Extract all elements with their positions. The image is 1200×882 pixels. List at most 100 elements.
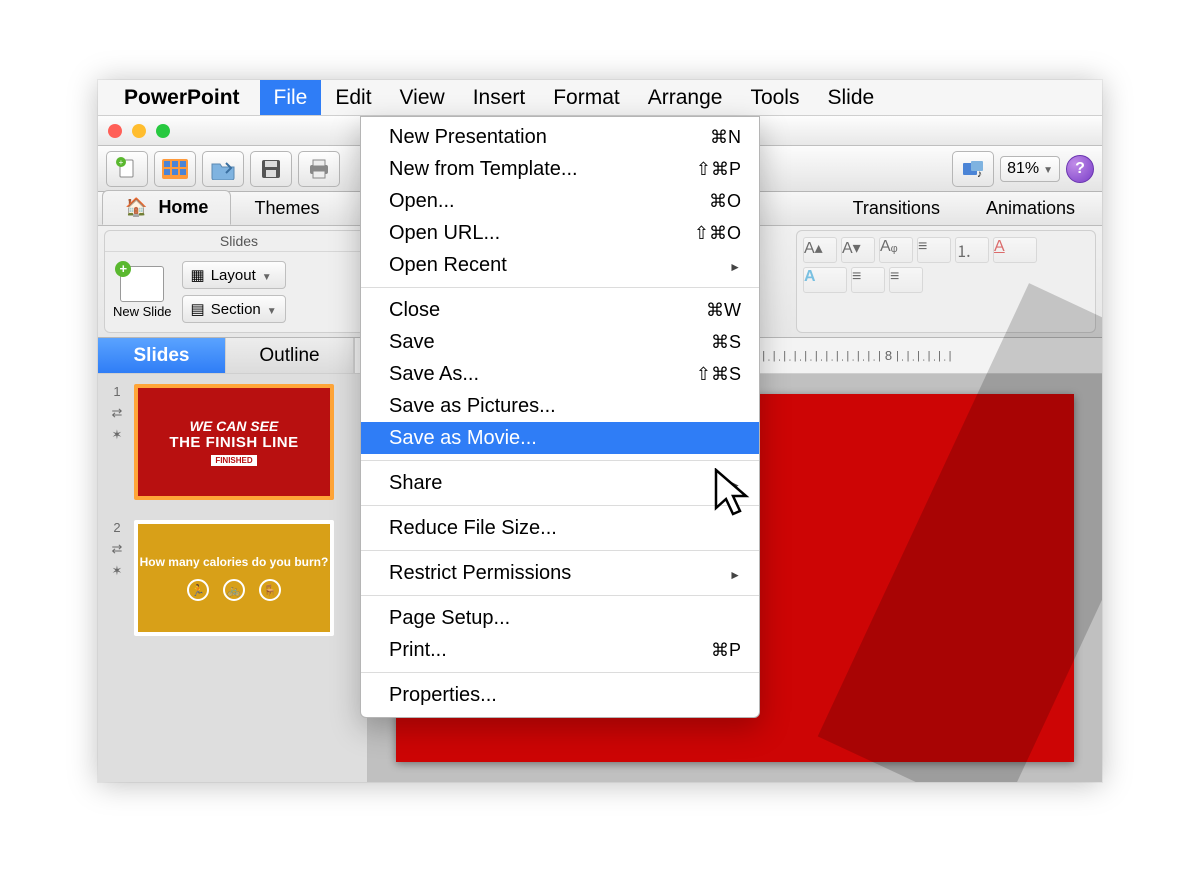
help-button[interactable]: ?: [1066, 155, 1094, 183]
menu-shortcut: ⌘P: [711, 640, 741, 661]
new-slide-icon: [120, 266, 164, 302]
new-slide-button[interactable]: New Slide: [113, 266, 172, 319]
layout-icon: ▦: [191, 266, 205, 284]
menu-shortcut: ⌘S: [711, 332, 741, 353]
zoom-window-button[interactable]: [156, 124, 170, 138]
file-menu-item-properties[interactable]: Properties...: [361, 679, 759, 711]
menu-view[interactable]: View: [386, 80, 459, 115]
mac-menubar: PowerPoint File Edit View Insert Format …: [98, 80, 1102, 116]
thumb-2-caption: How many calories do you burn?: [140, 555, 329, 569]
new-slide-label: New Slide: [113, 304, 172, 319]
menu-shortcut: ⌘O: [709, 191, 741, 212]
menu-separator: [361, 595, 759, 596]
numbering-icon[interactable]: ⒈: [955, 237, 989, 263]
menu-item-label: Reduce File Size...: [389, 517, 557, 540]
window-controls: [108, 124, 170, 138]
menu-arrange[interactable]: Arrange: [634, 80, 737, 115]
app-menu[interactable]: PowerPoint: [124, 86, 240, 110]
menu-format[interactable]: Format: [539, 80, 634, 115]
file-menu-item-save-as-movie[interactable]: Save as Movie...: [361, 422, 759, 454]
increase-font-icon[interactable]: A▴: [803, 237, 837, 263]
group-title-slides: Slides: [105, 231, 373, 252]
file-menu-dropdown: New Presentation⌘N New from Template... ⇧⌘…: [360, 116, 760, 718]
file-menu-item-save-as[interactable]: Save As...⇧⌘S: [361, 358, 759, 390]
menu-item-label: Restrict Permissions: [389, 562, 571, 585]
menu-slide[interactable]: Slide: [813, 80, 888, 115]
open-button[interactable]: [202, 151, 244, 187]
text-effects-icon[interactable]: A: [803, 267, 847, 293]
file-menu-item-save[interactable]: Save ⌘S: [361, 326, 759, 358]
menu-separator: [361, 672, 759, 673]
file-menu-item-restrict-permissions[interactable]: Restrict Permissions: [361, 557, 759, 589]
transition-icon: ⇄: [112, 405, 123, 421]
file-menu-item-share[interactable]: Share: [361, 467, 759, 499]
submenu-arrow-icon: [729, 472, 741, 495]
thumbnail-index: 2: [113, 520, 120, 535]
menu-shortcut: ⇧⌘P: [696, 159, 741, 180]
menu-shortcut: ⌘W: [706, 300, 741, 321]
file-menu-item-save-as-pictures[interactable]: Save as Pictures...: [361, 390, 759, 422]
file-menu-item-open-url[interactable]: Open URL... ⇧⌘O: [361, 217, 759, 249]
home-icon: 🏠: [125, 197, 147, 217]
file-menu-item-reduce-file-size[interactable]: Reduce File Size...: [361, 512, 759, 544]
menu-item-label: Open URL...: [389, 222, 500, 245]
new-document-button[interactable]: +: [106, 151, 148, 187]
file-menu-item-new-presentation[interactable]: New Presentation⌘N: [361, 121, 759, 153]
minimize-window-button[interactable]: [132, 124, 146, 138]
align-center-icon[interactable]: ≡: [889, 267, 923, 293]
tab-slides[interactable]: Slides: [98, 338, 226, 373]
thumb-1-line1: WE CAN SEE: [169, 418, 298, 434]
decrease-font-icon[interactable]: A▾: [841, 237, 875, 263]
file-menu-item-open[interactable]: Open...⌘O: [361, 185, 759, 217]
media-button[interactable]: ♪: [952, 151, 994, 187]
submenu-arrow-icon: [729, 562, 741, 585]
menu-item-label: Save: [389, 331, 435, 354]
menu-item-label: Close: [389, 299, 440, 322]
file-menu-item-new-from-template[interactable]: New from Template... ⇧⌘P: [361, 153, 759, 185]
section-icon: ▤: [191, 300, 205, 318]
zoom-combo[interactable]: 81%: [1000, 156, 1060, 182]
animation-icon: ✶: [112, 427, 123, 443]
file-menu-item-open-recent[interactable]: Open Recent: [361, 249, 759, 281]
menu-item-label: Share: [389, 472, 442, 495]
tab-transitions[interactable]: Transitions: [830, 191, 963, 225]
menu-shortcut: ⇧⌘O: [694, 223, 741, 244]
clear-format-icon[interactable]: Aᵩ: [879, 237, 913, 263]
menu-item-label: New from Template...: [389, 158, 578, 181]
align-left-icon[interactable]: ≡: [851, 267, 885, 293]
menu-item-label: Save as Pictures...: [389, 395, 556, 418]
tab-themes[interactable]: Themes: [231, 191, 342, 225]
layout-dropdown[interactable]: ▦ Layout: [182, 261, 286, 289]
menu-tools[interactable]: Tools: [736, 80, 813, 115]
slide-thumbnail-2[interactable]: How many calories do you burn? 🏃 🚲 🪑: [134, 520, 334, 636]
font-color-icon[interactable]: A: [993, 237, 1037, 263]
slide-thumbnail-1[interactable]: WE CAN SEE THE FINISH LINE FINISHED: [134, 384, 334, 500]
tab-animations[interactable]: Animations: [963, 191, 1098, 225]
menu-separator: [361, 550, 759, 551]
file-menu-item-page-setup[interactable]: Page Setup...: [361, 602, 759, 634]
save-button[interactable]: [250, 151, 292, 187]
svg-text:♪: ♪: [977, 169, 982, 179]
menu-item-label: Page Setup...: [389, 607, 510, 630]
transition-icon: ⇄: [112, 541, 123, 557]
section-dropdown[interactable]: ▤ Section: [182, 295, 286, 323]
menu-file[interactable]: File: [260, 80, 322, 115]
tab-home[interactable]: 🏠 Home: [102, 190, 231, 225]
submenu-arrow-icon: [729, 254, 741, 277]
chevron-down-icon: [1043, 160, 1053, 178]
bullets-icon[interactable]: ≡: [917, 237, 951, 263]
animation-icon: ✶: [112, 563, 123, 579]
sit-icon: 🪑: [259, 579, 281, 601]
file-menu-item-close[interactable]: Close ⌘W: [361, 294, 759, 326]
tab-outline[interactable]: Outline: [226, 338, 354, 373]
chevron-down-icon: [262, 267, 272, 284]
close-window-button[interactable]: [108, 124, 122, 138]
menu-shortcut: ⇧⌘S: [696, 364, 741, 385]
thumb-1-line2: THE FINISH LINE: [169, 434, 298, 451]
menu-insert[interactable]: Insert: [459, 80, 540, 115]
file-menu-item-print[interactable]: Print...⌘P: [361, 634, 759, 666]
print-button[interactable]: [298, 151, 340, 187]
gallery-button[interactable]: [154, 151, 196, 187]
menu-edit[interactable]: Edit: [321, 80, 385, 115]
thumbnail-1-row: 1 ⇄ ✶ WE CAN SEE THE FINISH LINE FINISHE…: [106, 384, 359, 500]
